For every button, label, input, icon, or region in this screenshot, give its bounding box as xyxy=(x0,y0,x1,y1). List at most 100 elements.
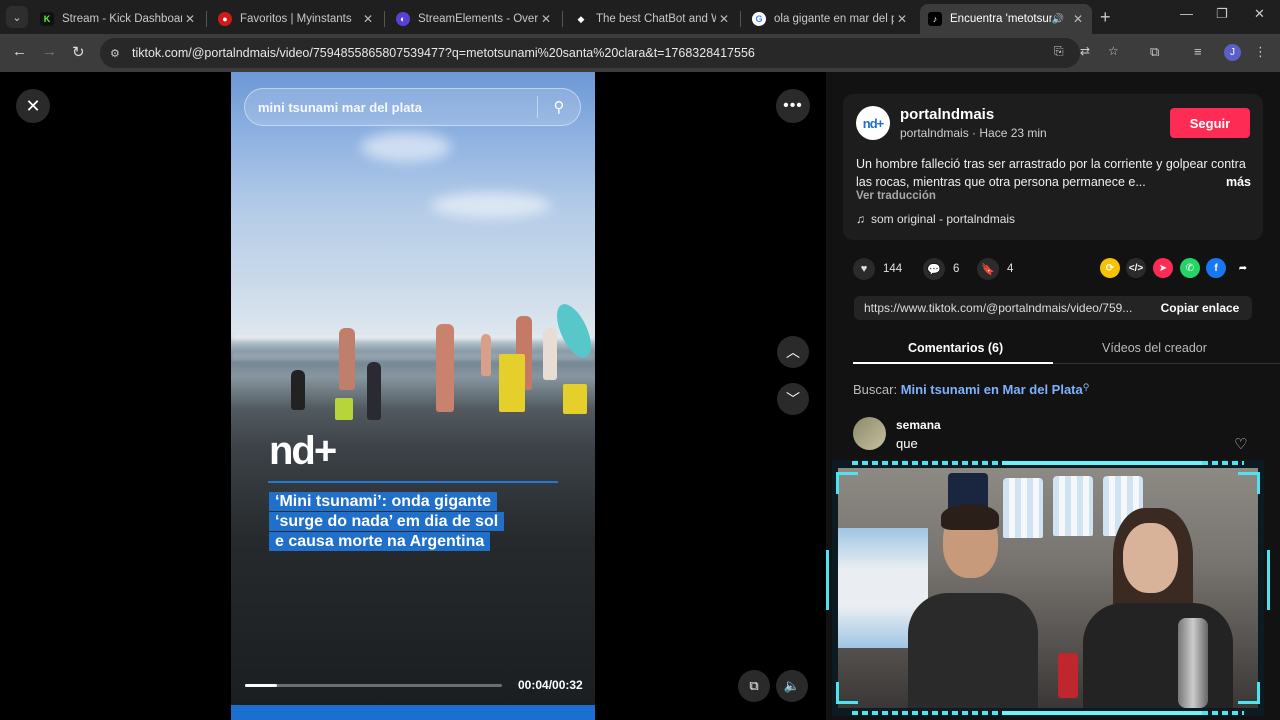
video-search-query[interactable]: mini tsunami mar del plata xyxy=(258,100,537,115)
previous-video-button[interactable]: ︿ xyxy=(777,336,809,368)
share-link-row: https://www.tiktok.com/@portalndmais/vid… xyxy=(854,296,1252,320)
next-video-button[interactable]: ﹀ xyxy=(777,383,809,415)
video-scene xyxy=(431,192,551,218)
video-player[interactable]: mini tsunami mar del plata ⚲ nd+ ‘Mini t… xyxy=(231,72,595,720)
minimize-button[interactable]: — xyxy=(1180,6,1193,21)
close-tab-icon[interactable]: ✕ xyxy=(894,12,910,26)
address-bar[interactable]: ⚙ tiktok.com/@portalndmais/video/7594855… xyxy=(100,38,1080,68)
video-timecode: 00:04/00:32 xyxy=(518,678,583,692)
comment-count: 6 xyxy=(953,263,960,275)
related-search-prefix: Buscar: xyxy=(853,382,898,397)
close-tab-icon[interactable]: ✕ xyxy=(1070,12,1086,26)
forward-button[interactable]: → xyxy=(42,43,57,60)
site-info-icon[interactable]: ⚙ xyxy=(110,47,124,60)
close-tab-icon[interactable]: ✕ xyxy=(538,12,554,26)
close-tab-icon[interactable]: ✕ xyxy=(360,12,376,26)
comment-text: que xyxy=(896,436,918,451)
more-icon: ••• xyxy=(783,97,803,114)
video-scene xyxy=(543,328,557,380)
hud-corner xyxy=(836,682,858,704)
speaker-icon[interactable]: 🔊 xyxy=(1052,14,1064,25)
hud-border xyxy=(826,550,829,610)
close-video-button[interactable]: ✕ xyxy=(16,89,50,123)
comment-like-icon[interactable]: ♡ xyxy=(1234,435,1247,453)
extensions-icon[interactable]: ⧉ xyxy=(1150,44,1159,60)
like-button[interactable]: ♥ 144 xyxy=(853,258,902,280)
bookmark-star-icon[interactable]: ☆ xyxy=(1108,44,1119,58)
repost-icon[interactable]: ⟳ xyxy=(1100,258,1120,278)
translate-icon[interactable]: ⇄ xyxy=(1080,44,1090,58)
media-controls-icon[interactable]: ≡ xyxy=(1194,44,1202,59)
tab-kick[interactable]: K Stream - Kick Dashboard ✕ xyxy=(32,4,204,34)
facebook-icon[interactable]: f xyxy=(1206,258,1226,278)
tab-divider xyxy=(740,11,741,27)
hud-corner xyxy=(836,472,858,494)
related-search-link[interactable]: Mini tsunami en Mar del Plata xyxy=(901,382,1083,397)
share-icon[interactable]: ➦ xyxy=(1233,258,1253,278)
send-icon[interactable]: ➤ xyxy=(1153,258,1173,278)
hud-corner xyxy=(1238,682,1260,704)
comment-username[interactable]: semana xyxy=(896,418,941,432)
whatsapp-icon[interactable]: ✆ xyxy=(1180,258,1200,278)
comment-icon: 💬 xyxy=(923,258,945,280)
close-icon: ✕ xyxy=(25,95,41,116)
close-tab-icon[interactable]: ✕ xyxy=(182,12,198,26)
tab-chatbot[interactable]: ◆ The best ChatBot and Wid ✕ xyxy=(566,4,738,34)
kick-icon: K xyxy=(40,12,54,26)
video-scene xyxy=(436,324,454,412)
reload-button[interactable]: ↻ xyxy=(72,43,85,61)
related-search: Buscar: Mini tsunami en Mar del Plata⚲ xyxy=(853,382,1089,397)
video-progress-fill xyxy=(245,684,278,687)
headline-line: ‘surge do nada’ em dia de sol xyxy=(269,512,505,531)
follow-button[interactable]: Seguir xyxy=(1170,108,1250,138)
chevron-up-icon: ︿ xyxy=(786,344,800,360)
url-text[interactable]: tiktok.com/@portalndmais/video/759485586… xyxy=(132,46,755,60)
tab-creator-videos[interactable]: Vídeos del creador xyxy=(1102,341,1207,355)
volume-button[interactable]: 🔈 xyxy=(776,670,808,702)
tab-google-search[interactable]: G ola gigante en mar del pla ✕ xyxy=(744,4,916,34)
tab-streamelements[interactable]: ◐ StreamElements - Overlays ✕ xyxy=(388,4,560,34)
hud-border xyxy=(1002,711,1202,715)
video-bottom-bar xyxy=(231,705,595,720)
more-link[interactable]: más xyxy=(1221,173,1251,191)
save-button[interactable]: 🔖 4 xyxy=(977,258,1013,280)
webcam-scene xyxy=(1068,508,1238,708)
save-count: 4 xyxy=(1007,263,1014,275)
comment-button[interactable]: 💬 6 xyxy=(923,258,959,280)
back-button[interactable]: ← xyxy=(12,43,27,60)
tab-search-button[interactable]: ⌄ xyxy=(6,6,28,28)
new-tab-button[interactable]: + xyxy=(1100,7,1111,28)
picture-in-picture-button[interactable]: ⧉ xyxy=(738,670,770,702)
commenter-avatar[interactable] xyxy=(853,417,886,450)
webcam-feed xyxy=(838,468,1258,708)
tab-myinstants[interactable]: ● Favoritos | Myinstants ✕ xyxy=(210,4,382,34)
tab-strip: ⌄ K Stream - Kick Dashboard ✕ ● Favorito… xyxy=(0,0,1280,34)
close-tab-icon[interactable]: ✕ xyxy=(716,12,732,26)
bookmark-icon: 🔖 xyxy=(977,258,999,280)
more-options-button[interactable]: ••• xyxy=(776,89,810,123)
profile-avatar[interactable]: J xyxy=(1224,44,1241,61)
tab-tiktok[interactable]: ♪ Encuentra 'metotsuna 🔊 ✕ xyxy=(920,4,1092,34)
search-icon[interactable]: ⚲ xyxy=(538,98,580,116)
creator-avatar[interactable]: nd+ xyxy=(856,106,890,140)
music-link[interactable]: ♫ som original - portalndmais xyxy=(856,212,1015,226)
video-scene xyxy=(231,334,595,340)
install-app-icon[interactable]: ⎘ xyxy=(1054,44,1064,59)
translate-link[interactable]: Ver traducción xyxy=(856,190,936,202)
browser-menu-icon[interactable]: ⋮ xyxy=(1254,44,1267,60)
creator-username[interactable]: portalndmais xyxy=(900,106,994,123)
video-scene xyxy=(481,334,491,376)
share-link-text[interactable]: https://www.tiktok.com/@portalndmais/vid… xyxy=(864,301,1144,315)
google-icon: G xyxy=(752,12,766,26)
description-text: Un hombre falleció tras ser arrastrado p… xyxy=(856,157,1246,189)
close-window-button[interactable]: ✕ xyxy=(1254,6,1265,22)
like-count: 144 xyxy=(883,263,903,275)
hud-border xyxy=(852,711,1244,715)
copy-link-button[interactable]: Copiar enlace xyxy=(1148,296,1252,320)
hud-border xyxy=(1002,461,1202,465)
restore-button[interactable]: ❐ xyxy=(1216,6,1228,22)
embed-icon[interactable]: </> xyxy=(1126,258,1146,278)
video-progress-bar[interactable] xyxy=(245,684,502,687)
tab-comments[interactable]: Comentarios (6) xyxy=(908,341,1003,355)
video-search-bar[interactable]: mini tsunami mar del plata ⚲ xyxy=(244,88,581,126)
